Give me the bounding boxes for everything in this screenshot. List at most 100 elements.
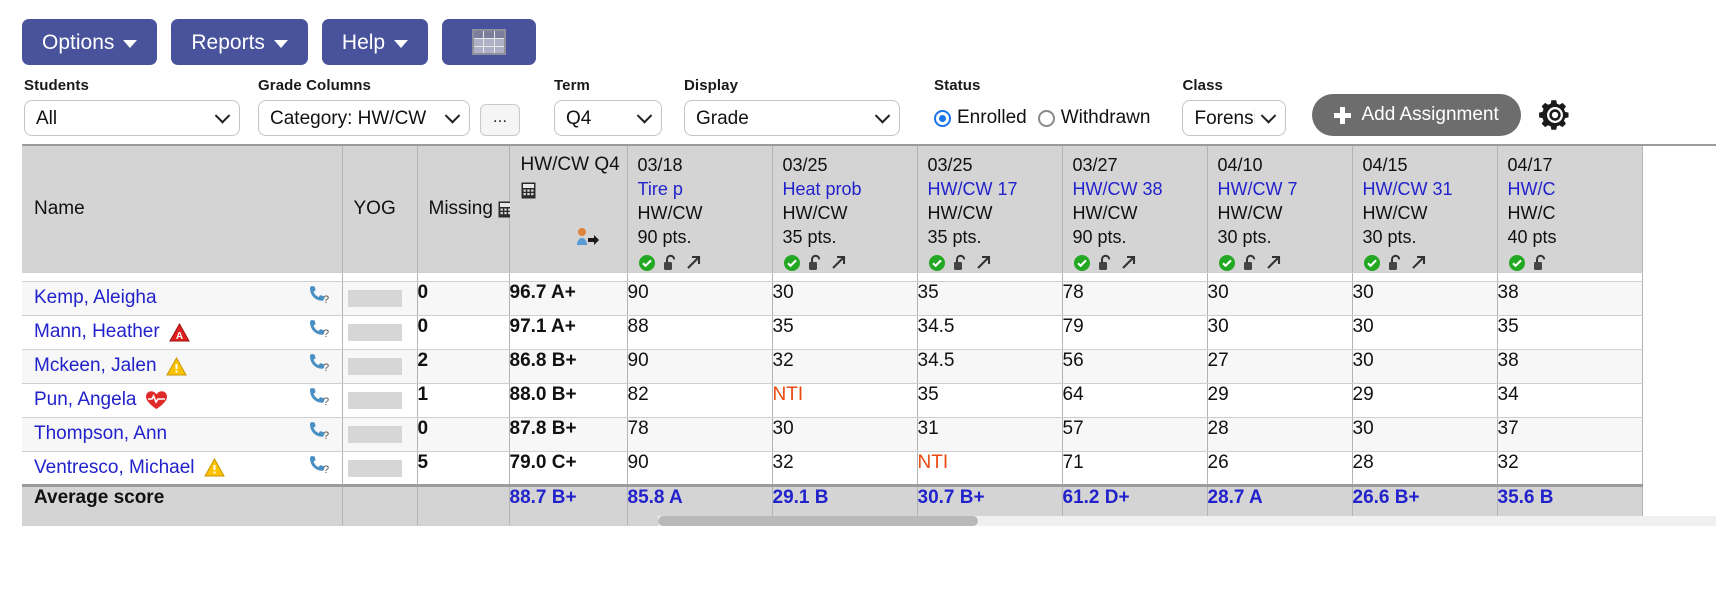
post-grades-icon[interactable]	[575, 227, 599, 247]
student-name-cell[interactable]: Mckeen, Jalen ?	[22, 349, 343, 384]
header-assignment[interactable]: 03/25 Heat prob HW/CW 35 pts.	[772, 146, 918, 273]
header-yog[interactable]: YOG	[342, 146, 418, 273]
score-cell[interactable]: 31	[917, 417, 1063, 452]
total-grade[interactable]: 87.8 B+	[509, 417, 628, 452]
contact-phone-icon[interactable]: ?	[308, 421, 332, 447]
posted-check-icon[interactable]	[783, 254, 801, 272]
assignment-name[interactable]: Heat prob	[783, 178, 917, 202]
score-cell[interactable]: 29	[1352, 383, 1498, 418]
more-options-button[interactable]: ...	[480, 104, 520, 136]
score-cell[interactable]: 30	[1207, 315, 1353, 350]
status-radio-withdrawn[interactable]: Withdrawn	[1037, 107, 1150, 129]
posted-check-icon[interactable]	[1508, 254, 1526, 272]
score-cell[interactable]: 34.5	[917, 349, 1063, 384]
expand-arrow-icon[interactable]	[1265, 254, 1282, 271]
expand-arrow-icon[interactable]	[975, 254, 992, 271]
alert-yellow-icon[interactable]	[165, 356, 187, 376]
score-cell[interactable]: NTI	[917, 451, 1063, 486]
score-cell[interactable]: 38	[1497, 281, 1643, 316]
header-name[interactable]: Name	[22, 146, 343, 273]
reports-menu-button[interactable]: Reports	[171, 19, 308, 65]
expand-arrow-icon[interactable]	[1120, 254, 1137, 271]
header-missing[interactable]: Missing	[417, 146, 513, 273]
assignment-name[interactable]: Tire p	[638, 178, 772, 202]
student-name[interactable]: Kemp, Aleigha	[34, 287, 157, 309]
student-name-cell[interactable]: Thompson, Ann ?	[22, 417, 343, 452]
student-name[interactable]: Mckeen, Jalen	[34, 355, 157, 377]
score-cell[interactable]: 32	[772, 349, 918, 384]
assignment-name[interactable]: HW/CW 17	[928, 178, 1062, 202]
posted-check-icon[interactable]	[1218, 254, 1236, 272]
score-cell[interactable]: 29	[1207, 383, 1353, 418]
score-cell[interactable]: 78	[1062, 281, 1208, 316]
score-cell[interactable]: 28	[1207, 417, 1353, 452]
header-assignment[interactable]: 03/25 HW/CW 17 HW/CW 35 pts.	[917, 146, 1063, 273]
score-cell[interactable]: 30	[1207, 281, 1353, 316]
contact-phone-icon[interactable]: ?	[308, 319, 332, 345]
score-cell[interactable]: 32	[1497, 451, 1643, 486]
score-cell[interactable]: 82	[627, 383, 773, 418]
score-cell[interactable]: 34.5	[917, 315, 1063, 350]
score-cell[interactable]: NTI	[772, 383, 918, 418]
score-cell[interactable]: 28	[1352, 451, 1498, 486]
total-grade[interactable]: 86.8 B+	[509, 349, 628, 384]
student-name[interactable]: Mann, Heather	[34, 321, 160, 343]
display-select[interactable]: Grade	[684, 100, 900, 136]
score-cell[interactable]: 90	[627, 451, 773, 486]
unlocked-icon[interactable]	[1388, 254, 1403, 272]
posted-check-icon[interactable]	[928, 254, 946, 272]
student-name-cell[interactable]: Mann, Heather A ?	[22, 315, 343, 350]
table-row[interactable]: Ventresco, Michael ? 5 79.0 C+ 90 32 NTI…	[22, 451, 1643, 486]
table-row[interactable]: Kemp, Aleigha ? 0 96.7 A+ 90 30 35 78 30…	[22, 281, 1643, 316]
assignment-name[interactable]: HW/CW 31	[1363, 178, 1497, 202]
unlocked-icon[interactable]	[953, 254, 968, 272]
class-select[interactable]: Forensi	[1182, 100, 1287, 136]
table-row[interactable]: Pun, Angela ? 1 88.0 B+ 82 NTI 35 64 29 …	[22, 383, 1643, 418]
heart-icon[interactable]	[145, 390, 168, 410]
student-name-cell[interactable]: Kemp, Aleigha ?	[22, 281, 343, 316]
help-menu-button[interactable]: Help	[321, 19, 429, 65]
score-cell[interactable]: 30	[1352, 349, 1498, 384]
score-cell[interactable]: 30	[1352, 315, 1498, 350]
score-cell[interactable]: 56	[1062, 349, 1208, 384]
horizontal-scrollbar[interactable]	[658, 515, 1716, 526]
unlocked-icon[interactable]	[663, 254, 678, 272]
score-cell[interactable]: 30	[772, 417, 918, 452]
header-total-grade[interactable]: HW/CW Q4	[509, 146, 628, 273]
posted-check-icon[interactable]	[1363, 254, 1381, 272]
student-name-cell[interactable]: Ventresco, Michael ?	[22, 451, 343, 486]
posted-check-icon[interactable]	[1073, 254, 1091, 272]
header-assignment[interactable]: 04/10 HW/CW 7 HW/CW 30 pts.	[1207, 146, 1353, 273]
score-cell[interactable]: 30	[1352, 281, 1498, 316]
status-radio-enrolled[interactable]: Enrolled	[934, 107, 1027, 129]
score-cell[interactable]: 35	[772, 315, 918, 350]
term-select[interactable]: Q4	[554, 100, 662, 136]
unlocked-icon[interactable]	[808, 254, 823, 272]
score-cell[interactable]: 26	[1207, 451, 1353, 486]
score-cell[interactable]: 35	[1497, 315, 1643, 350]
unlocked-icon[interactable]	[1533, 254, 1548, 272]
score-cell[interactable]: 88	[627, 315, 773, 350]
students-select[interactable]: All	[24, 100, 240, 136]
score-cell[interactable]: 30	[1352, 417, 1498, 452]
unlocked-icon[interactable]	[1243, 254, 1258, 272]
score-cell[interactable]: 30	[772, 281, 918, 316]
assignment-name[interactable]: HW/CW 38	[1073, 178, 1207, 202]
contact-phone-icon[interactable]: ?	[308, 285, 332, 311]
scrollbar-thumb[interactable]	[658, 515, 978, 526]
spreadsheet-view-button[interactable]	[442, 19, 537, 65]
student-name[interactable]: Pun, Angela	[34, 389, 136, 411]
header-assignment[interactable]: 04/17 HW/C HW/C 40 pts	[1497, 146, 1643, 273]
options-menu-button[interactable]: Options	[22, 19, 158, 65]
score-cell[interactable]: 57	[1062, 417, 1208, 452]
score-cell[interactable]: 78	[627, 417, 773, 452]
score-cell[interactable]: 64	[1062, 383, 1208, 418]
table-row[interactable]: Mann, Heather A ? 0 97.1 A+ 88 35 34.5 7…	[22, 315, 1643, 350]
score-cell[interactable]: 35	[917, 281, 1063, 316]
score-cell[interactable]: 27	[1207, 349, 1353, 384]
header-assignment[interactable]: 03/18 Tire p HW/CW 90 pts.	[627, 146, 773, 273]
settings-button[interactable]	[1537, 97, 1573, 133]
alert-red-icon[interactable]: A	[168, 322, 190, 342]
expand-arrow-icon[interactable]	[685, 254, 702, 271]
table-row[interactable]: Thompson, Ann ? 0 87.8 B+ 78 30 31 57 28…	[22, 417, 1643, 452]
